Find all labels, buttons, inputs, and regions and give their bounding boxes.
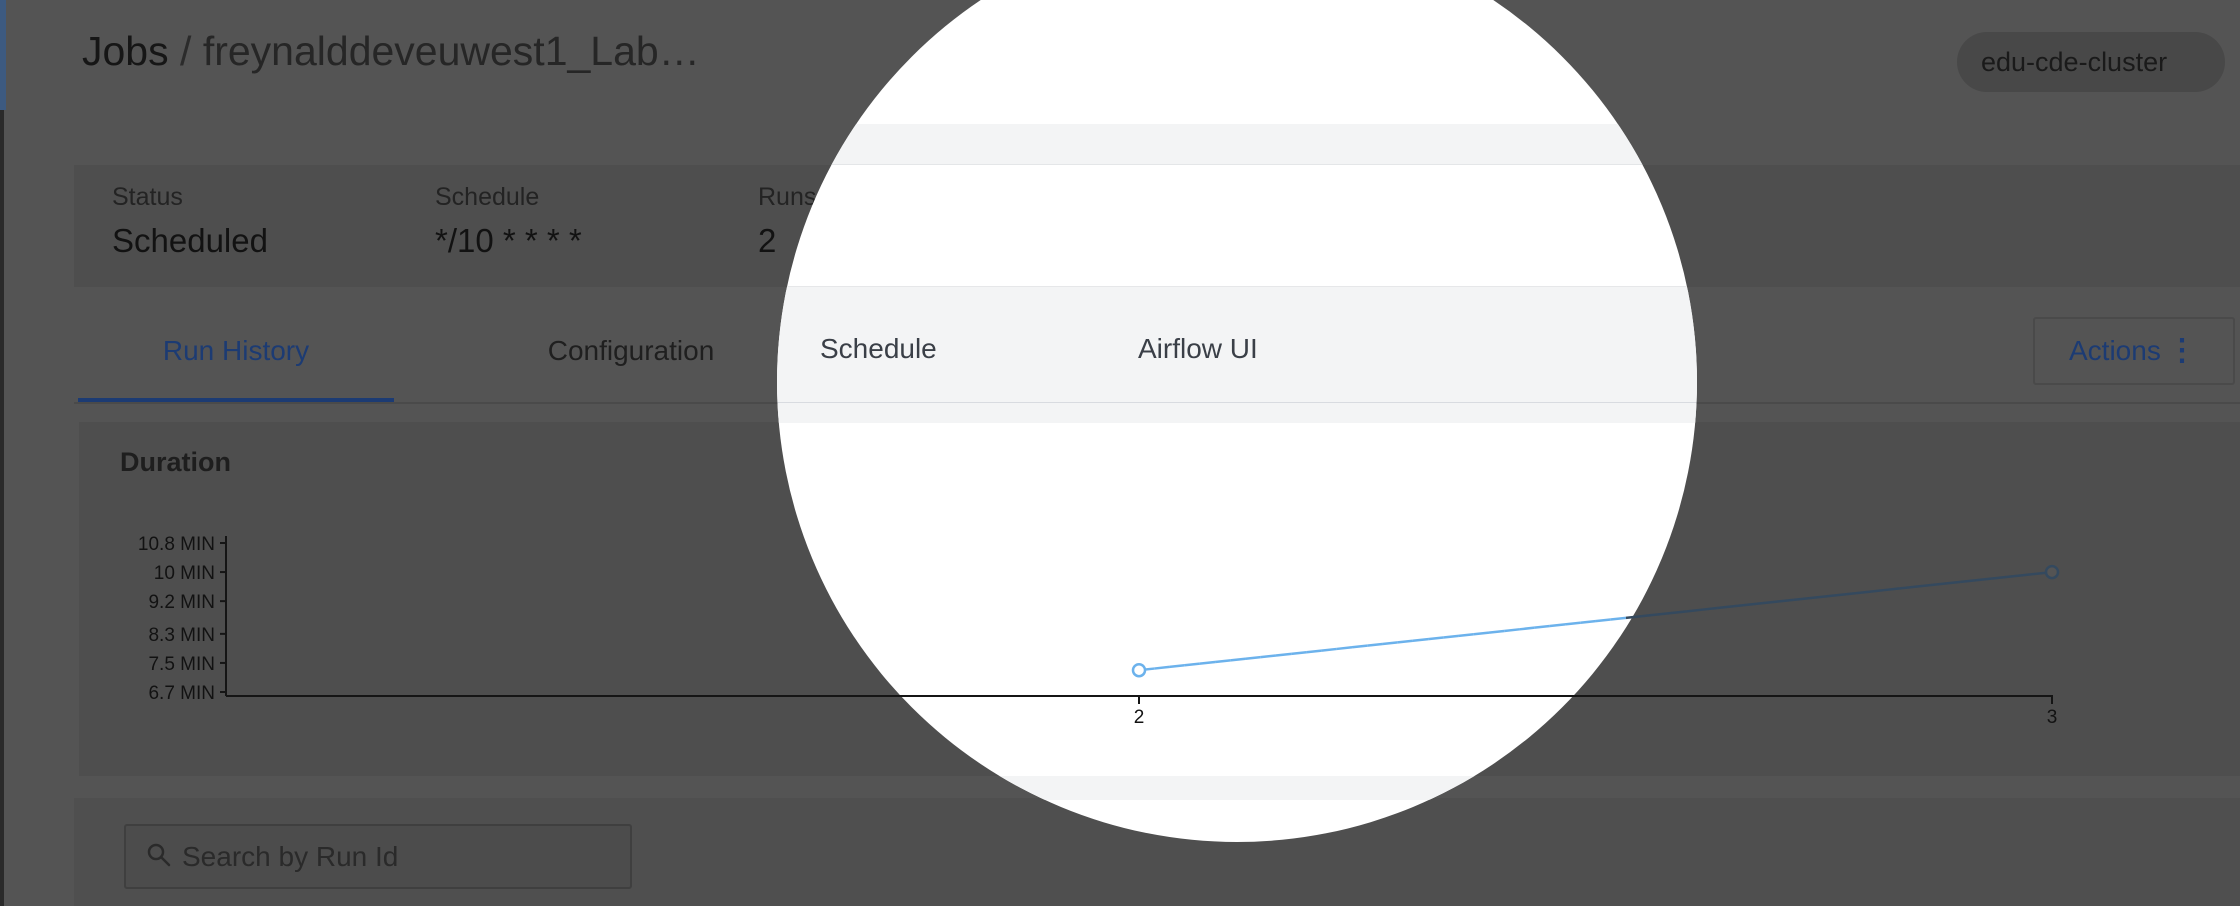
series-line-segment [1214,659,1231,664]
y-tick-label: 9.2 MIN [148,592,215,613]
series-line-segment [1245,655,1261,660]
y-tick-label: 10 MIN [154,563,215,584]
y-tick-label: 8.3 MIN [148,625,215,646]
y-tick-label: 6.7 MIN [148,683,215,704]
series-line-segment [1549,623,1566,628]
series-line-segment [1899,585,1916,590]
data-point [1131,662,1147,678]
series-line-segment [2021,572,2037,577]
series-line-segment [1641,613,1657,618]
series-line-segment [1930,582,1946,587]
series-line-segment [1458,632,1474,638]
series-line-segment [1199,660,1216,665]
series-line-segment [1762,600,1779,605]
series-line-segment [1412,637,1429,643]
series-line-segment [1275,652,1292,657]
series-line-segment [1230,657,1246,662]
series-line-segment [1564,621,1581,626]
series-line-segment [1367,642,1383,647]
series-line-segment [1580,619,1596,625]
duration-chart: 10.8 MIN 10 MIN 9.2 MIN 8.3 MIN 7.5 MIN 6.7 M… [138,534,2060,728]
series-line-segment [1869,588,1885,593]
series-line-segment [2006,574,2022,579]
series-line-segment [1777,598,1794,603]
series-line-segment [1306,649,1322,654]
series-line-segment [1747,601,1764,607]
series-line-segment [1732,603,1748,608]
series-line-segment [1443,634,1459,639]
series-line-segment [1504,628,1520,633]
series-line-segment [1656,611,1672,616]
series-line-segment [1154,665,1170,670]
series-line-segment [1625,614,1642,620]
series-line-segment [1823,593,1840,598]
series-line-segment [1914,583,1931,589]
series-line-segment [1534,624,1550,629]
series-line-segment [1610,616,1627,621]
series-line-segment [1793,596,1809,602]
series-line-segment [1975,577,1992,582]
series-line-segment [1808,595,1824,600]
y-tick-label: 7.5 MIN [148,654,215,675]
series-line-segment [1519,626,1535,631]
series-line-segment [1473,631,1490,636]
series-line-segment [1671,610,1687,615]
series-line-segment [1488,629,1505,634]
series-line-segment [1854,590,1870,595]
x-tick-label: 2 [1134,707,1145,728]
series-line-segment [1382,641,1398,646]
series-line-segment [1945,580,1961,585]
series-line-segment [1595,618,1611,623]
series-line-segment [1336,646,1353,651]
series-line-segment [1960,579,1977,584]
series-line-segment [1321,647,1337,652]
x-tick-label: 3 [2047,707,2058,728]
series-line-segment [1990,575,2007,580]
series-line-segment [1838,592,1855,597]
series-line-segment [1884,587,1900,592]
series-line-segment [1291,650,1307,656]
series-line-segment [1397,639,1414,644]
series-line-segment [1260,654,1277,659]
series-line-segment [1184,662,1201,667]
series-line-segment [1686,608,1703,613]
series-line-segment [1351,644,1368,649]
series-line-segment [1427,636,1444,641]
series-line-segment [1169,664,1185,669]
data-point [2044,564,2060,580]
series-line-segment [1701,606,1718,611]
y-tick-label: 10.8 MIN [138,534,215,555]
series-line-segment [1717,605,1733,610]
